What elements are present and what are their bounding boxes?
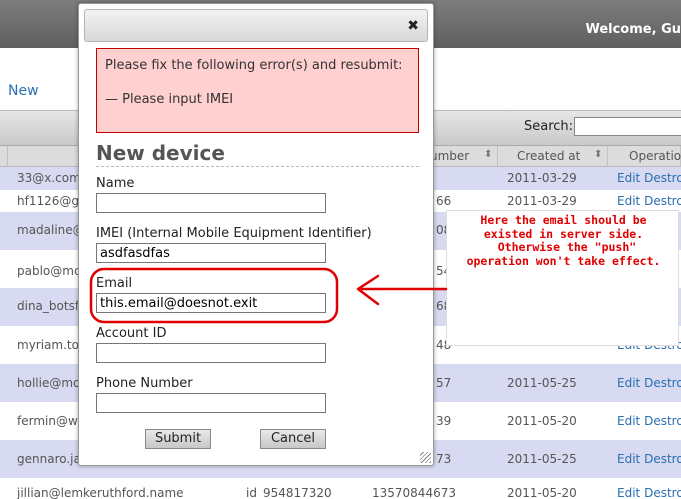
column-header-label: umber [430,149,470,163]
new-device-dialog: ✖ Please fix the following error(s) and … [78,3,434,466]
id-cell: id_954817320 [246,486,332,499]
email-cell: pablo@mc [17,264,81,278]
edit-link[interactable]: Edit [617,376,640,390]
error-item: — Please input IMEI [105,92,234,107]
email-cell: dina_botsf [17,299,80,313]
number-cell: 39 [436,414,452,428]
column-header-label: Operation [629,149,681,163]
close-icon[interactable]: ✖ [407,18,419,34]
column-header-created-at[interactable]: Created at ⬍ [498,146,608,167]
table-row: jillian@lemkeruthford.name id_954817320 … [0,478,681,499]
dialog-titlebar[interactable]: ✖ [84,9,428,42]
edit-link[interactable]: Edit [617,194,640,208]
search-label: Search: [524,119,574,134]
created-at-cell: 2011-05-20 [507,414,577,428]
number-cell: 57 [436,376,452,390]
destroy-link[interactable]: Destro [644,486,681,499]
error-message-box: Please fix the following error(s) and re… [96,48,419,133]
imei-label: IMEI (Internal Mobile Equipment Identifi… [96,226,372,241]
destroy-link[interactable]: Destro [644,171,681,185]
created-at-cell: 2011-05-25 [507,376,577,390]
created-at-cell: 2011-05-20 [507,486,577,499]
search-input[interactable] [574,117,681,136]
email-cell: hf1126@g [17,194,79,208]
email-cell: fermin@wa [17,414,86,428]
operations-cell: Edit Destro [617,414,681,428]
destroy-link[interactable]: Destro [644,452,681,466]
welcome-text: Welcome, Gu [585,22,681,37]
form-title: New device [96,141,419,167]
destroy-link[interactable]: Destro [644,194,681,208]
destroy-link[interactable]: Destro [644,414,681,428]
operations-cell: Edit Destro [617,194,681,208]
created-at-cell: 2011-05-25 [507,452,577,466]
column-header-operation: Operation [608,146,681,167]
phone-number-input[interactable] [96,393,326,413]
account-id-input[interactable] [96,343,326,363]
operations-cell: Edit Destro [617,376,681,390]
new-link[interactable]: New [8,83,39,99]
operations-cell: Edit Destro [617,486,681,499]
column-header-email[interactable] [0,146,8,167]
resize-grip-icon[interactable] [420,452,431,463]
sort-icon: ⬍ [484,149,493,160]
phone-number-label: Phone Number [96,376,193,391]
created-at-cell: 2011-03-29 [507,171,577,185]
name-input[interactable] [96,193,326,213]
email-cell: myriam.tor [17,338,84,352]
operations-cell: Edit Destro [617,171,681,185]
destroy-link[interactable]: Destro [644,376,681,390]
submit-button[interactable]: Submit [145,429,211,449]
name-label: Name [96,176,135,191]
cancel-button[interactable]: Cancel [260,429,326,449]
annotation-note: Here the email should be existed in serv… [446,210,679,346]
created-at-cell: 2011-03-29 [507,194,577,208]
operations-cell: Edit Destro [617,452,681,466]
email-input[interactable] [96,293,326,313]
edit-link[interactable]: Edit [617,171,640,185]
column-header-label: Created at [517,149,581,163]
edit-link[interactable]: Edit [617,414,640,428]
email-cell: hollie@mo [17,376,81,390]
annotation-text: Here the email should be existed in serv… [466,213,661,268]
account-id-label: Account ID [96,326,167,341]
email-cell: jillian@lemkeruthford.name [17,486,184,499]
error-message: Please fix the following error(s) and re… [105,58,403,73]
number-cell: 13570844673 [372,486,456,499]
email-label: Email [96,276,133,291]
email-cell: gennaro.ja [17,452,81,466]
edit-link[interactable]: Edit [617,452,640,466]
imei-input[interactable] [96,243,326,263]
sort-icon: ⬍ [594,149,603,160]
number-cell: 66 [436,194,452,208]
edit-link[interactable]: Edit [617,486,640,499]
number-cell: 73 [436,452,452,466]
email-cell: 33@x.com [17,171,81,185]
email-cell: madaline@ [17,223,85,237]
